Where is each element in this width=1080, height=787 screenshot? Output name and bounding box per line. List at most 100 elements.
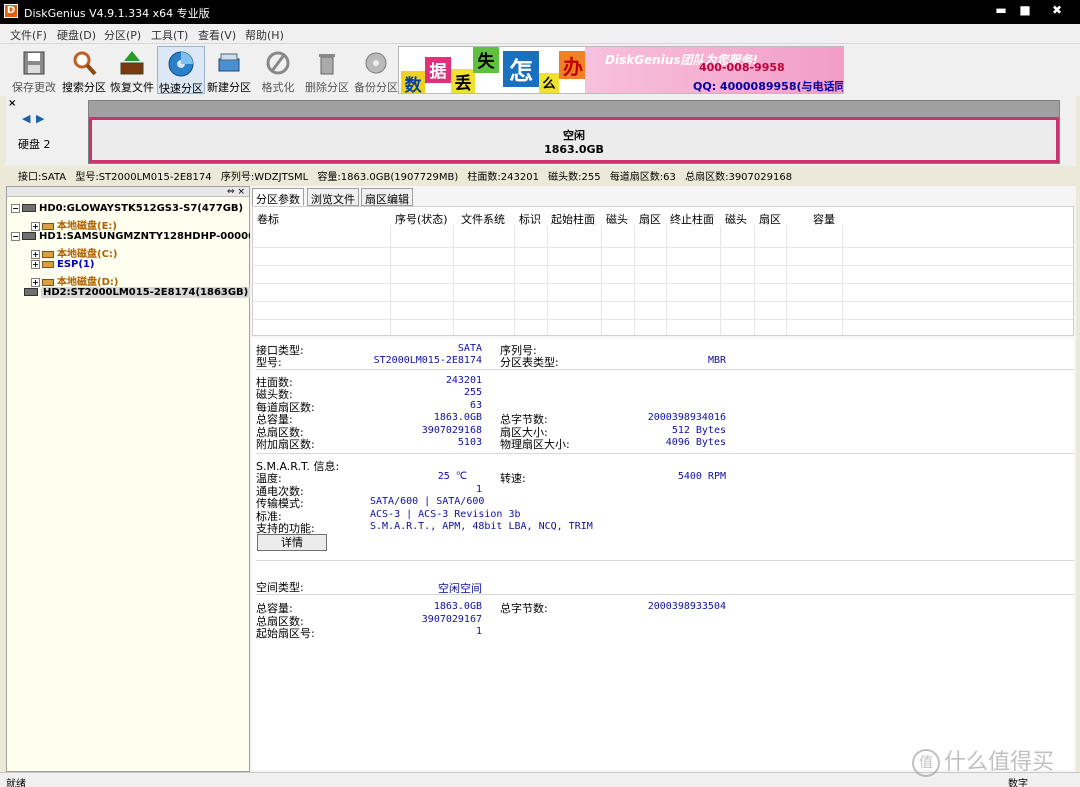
backup-partition-button[interactable]: 备份分区	[352, 46, 400, 94]
search-icon	[73, 51, 97, 76]
free-bytes-value: 2000398933504	[647, 601, 726, 612]
menu-partition[interactable]: 分区(P)	[104, 27, 141, 43]
col-end-cylinder[interactable]: 终止柱面	[670, 211, 714, 227]
col-capacity[interactable]: 容量	[813, 211, 835, 227]
collapse-icon[interactable]: −	[11, 231, 20, 241]
tree-partition-c[interactable]: + 本地磁盘(C:)	[31, 245, 117, 260]
info-cylinders: 柱面数:243201	[467, 172, 539, 183]
status-text: 就绪	[6, 779, 26, 787]
temperature-value: 25 ℃	[437, 471, 467, 482]
recover-files-button[interactable]: 恢复文件	[108, 46, 156, 94]
disk-details: 接口类型: SATA 序列号: 型号: ST2000LM015-2E8174 分…	[252, 338, 1074, 770]
menu-tools[interactable]: 工具(T)	[151, 27, 188, 43]
partition-icon	[42, 222, 54, 230]
disk-icon	[22, 204, 36, 212]
col-start-cylinder[interactable]: 起始柱面	[551, 211, 595, 227]
details-button[interactable]: 详情	[257, 534, 327, 551]
start-sector-label: 起始扇区号:	[256, 627, 315, 640]
disk-icon	[24, 288, 38, 296]
minimize-button[interactable]: ▬	[988, 1, 1014, 19]
sector-size-value: 512 Bytes	[671, 425, 726, 436]
disk-map-panel: × ◀ ▶ 硬盘 2 空闲 1863.0GB	[6, 96, 1076, 166]
expand-icon[interactable]: +	[31, 259, 40, 269]
col-volume-label[interactable]: 卷标	[257, 211, 279, 227]
partition-icon	[42, 260, 54, 268]
save-icon	[23, 51, 45, 75]
sectors-per-track-value: 63	[469, 400, 482, 411]
free-bytes-label: 总字节数:	[500, 602, 548, 615]
tree-disk-hd1[interactable]: − HD1:SAMSUNGMZNTY128HDHP-00000(11	[11, 231, 274, 245]
partition-name: 空闲	[563, 129, 585, 142]
col-index-status[interactable]: 序号(状态)	[395, 211, 448, 227]
info-total-sectors: 总扇区数:3907029168	[685, 172, 793, 183]
banner-phone: 400-008-9958	[699, 61, 785, 74]
tree-disk-hd2[interactable]: HD2:ST2000LM015-2E8174(1863GB)	[24, 287, 251, 301]
tab-partition-params[interactable]: 分区参数	[252, 188, 304, 206]
banner-qq: QQ: 4000089958(与电话同号)	[693, 80, 843, 93]
right-panel: 分区参数 浏览文件 扇区编辑 卷标 序号(状态) 文件系统 标识 起始柱面 磁头…	[250, 186, 1076, 772]
expand-icon[interactable]: +	[31, 221, 40, 231]
col-end-head[interactable]: 磁头	[725, 211, 747, 227]
free-capacity-value: 1863.0GB	[433, 601, 482, 612]
prev-disk-arrow-icon[interactable]: ◀	[22, 112, 30, 125]
ad-banner[interactable]: 数 据 丢 失 怎 么 办 DiskGenius团队为您服务! 400-008-…	[398, 46, 844, 94]
title-bar: D DiskGenius V4.9.1.334 x64 专业版 ▬ ■ ✖	[0, 0, 1080, 24]
expand-icon[interactable]: +	[31, 277, 40, 287]
tree-partition-e[interactable]: + 本地磁盘(E:)	[31, 217, 117, 232]
expand-icon[interactable]: +	[31, 249, 40, 259]
extra-sectors-label: 附加扇区数:	[256, 438, 315, 451]
tree-disk-hd0[interactable]: − HD0:GLOWAYSTK512GS3-S7(477GB)	[11, 203, 243, 217]
rpm-label: 转速:	[500, 472, 526, 485]
banner-char: 据	[425, 57, 451, 83]
physical-sector-size-label: 物理扇区大小:	[500, 438, 570, 451]
col-start-sector[interactable]: 扇区	[639, 211, 661, 227]
format-button[interactable]: 格式化	[254, 46, 302, 94]
grid-line	[253, 265, 1073, 266]
space-type-label: 空间类型:	[256, 581, 304, 594]
info-heads: 磁头数:255	[548, 172, 601, 183]
model-value: ST2000LM015-2E8174	[373, 355, 482, 366]
standard-value: ACS-3 | ACS-3 Revision 3b	[370, 509, 521, 520]
partition-table-type-label: 分区表类型:	[500, 356, 559, 369]
close-button[interactable]: ✖	[1044, 1, 1070, 19]
banner-char: 失	[473, 47, 499, 73]
cylinders-value: 243201	[445, 375, 482, 386]
separator	[256, 594, 1074, 595]
col-start-head[interactable]: 磁头	[606, 211, 628, 227]
col-flag[interactable]: 标识	[519, 211, 541, 227]
watermark: 值什么值得买	[912, 744, 1054, 777]
menu-help[interactable]: 帮助(H)	[245, 27, 284, 43]
delete-partition-button[interactable]: 删除分区	[303, 46, 351, 94]
start-sector-value: 1	[475, 626, 482, 637]
search-partition-button[interactable]: 搜索分区	[60, 46, 108, 94]
new-partition-button[interactable]: 新建分区	[205, 46, 253, 94]
save-changes-button[interactable]: 保存更改	[10, 46, 58, 94]
partition-icon	[42, 250, 54, 258]
total-sectors-value: 3907029168	[421, 425, 482, 436]
tree-partition-esp[interactable]: + ESP(1)	[31, 259, 94, 273]
menu-disk[interactable]: 硬盘(D)	[57, 27, 96, 43]
disk-bar: 空闲 1863.0GB	[88, 100, 1060, 164]
menu-bar: 文件(F) 硬盘(D) 分区(P) 工具(T) 查看(V) 帮助(H)	[0, 24, 1080, 44]
partition-table-type-value: MBR	[707, 355, 726, 366]
menu-view[interactable]: 查看(V)	[198, 27, 236, 43]
total-capacity-value: 1863.0GB	[433, 412, 482, 423]
menu-file[interactable]: 文件(F)	[10, 27, 47, 43]
col-file-system[interactable]: 文件系统	[461, 211, 505, 227]
tree-partition-d[interactable]: + 本地磁盘(D:)	[31, 273, 118, 288]
free-space-partition[interactable]: 空闲 1863.0GB	[89, 117, 1059, 163]
interface-type-value: SATA	[457, 343, 482, 354]
col-end-sector[interactable]: 扇区	[759, 211, 781, 227]
tab-browse-files[interactable]: 浏览文件	[307, 188, 359, 206]
quick-partition-button[interactable]: 快速分区	[157, 46, 205, 95]
close-panel-icon[interactable]: ×	[8, 98, 16, 109]
quick-partition-icon	[168, 51, 194, 77]
banner-char: 么	[539, 73, 559, 93]
backup-icon	[365, 52, 387, 74]
maximize-button[interactable]: ■	[1012, 1, 1038, 19]
tab-sector-edit[interactable]: 扇区编辑	[361, 188, 413, 206]
separator	[256, 453, 1074, 454]
collapse-icon[interactable]: −	[11, 203, 20, 213]
next-disk-arrow-icon[interactable]: ▶	[36, 112, 44, 125]
total-bytes-value: 2000398934016	[647, 412, 726, 423]
